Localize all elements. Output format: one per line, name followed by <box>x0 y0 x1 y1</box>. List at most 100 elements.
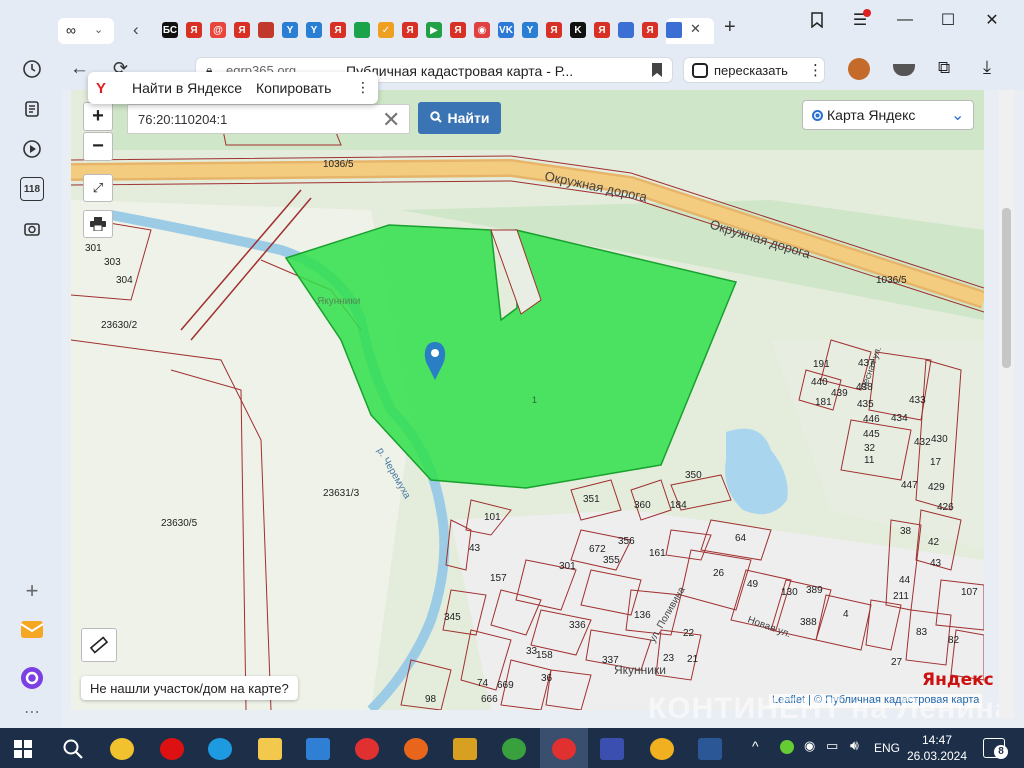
page-title: Публичная кадастровая карта - Р... <box>346 63 574 79</box>
more-vertical-icon[interactable]: ⋮ <box>808 61 823 79</box>
maximize-button[interactable]: ☐ <box>936 10 960 30</box>
volume-icon[interactable]: 🔊︎ <box>850 737 859 754</box>
tab-favicon-3[interactable]: Я <box>234 22 250 38</box>
map-view[interactable]: 1 1036/5 1036/5 Окружная дорога Окружная… <box>71 90 984 710</box>
word-icon[interactable] <box>698 738 722 760</box>
cadastral-search-input[interactable]: 76:20:110204:1 ✕ <box>127 104 410 134</box>
lot-number-label: 158 <box>536 650 553 661</box>
popup-copy[interactable]: Копировать <box>256 80 331 96</box>
language-indicator[interactable]: ENG <box>874 741 900 755</box>
play-icon[interactable] <box>20 137 44 161</box>
collections-icon[interactable] <box>20 97 44 121</box>
tab-favicon-18[interactable]: Я <box>594 22 610 38</box>
firefox-icon[interactable] <box>404 738 428 760</box>
lot-number-label: 43 <box>469 543 481 554</box>
lot-number-label: 303 <box>104 257 121 268</box>
menu-icon[interactable]: ☰ <box>848 9 872 30</box>
tray-app-icon[interactable] <box>780 740 794 754</box>
tab-favicon-10[interactable]: Я <box>402 22 418 38</box>
downloads-icon[interactable]: ⤓ <box>983 57 991 78</box>
network-icon[interactable]: ▭ <box>826 738 838 754</box>
store-icon[interactable] <box>453 738 477 760</box>
tab-favicon-19[interactable] <box>618 22 634 38</box>
extensions-icon[interactable]: ⧉ <box>938 58 950 78</box>
tab-favicon-0[interactable]: БС <box>162 22 178 38</box>
more-icon[interactable]: ⋯ <box>20 700 44 724</box>
tab-favicon-17[interactable]: K <box>570 22 586 38</box>
minimize-button[interactable]: — <box>893 10 917 30</box>
extension-icon[interactable] <box>848 58 870 80</box>
camera-tray-icon[interactable]: ◉ <box>804 738 815 754</box>
app-icon[interactable] <box>110 738 134 760</box>
opera-icon[interactable] <box>160 738 184 760</box>
popup-more-icon[interactable]: ⋮ <box>356 79 370 96</box>
active-taskbar-item[interactable] <box>540 728 588 768</box>
tab-favicon-6[interactable]: Y <box>306 22 322 38</box>
map-layer-select[interactable]: Карта Яндекс ⌄ <box>802 100 974 130</box>
alice-icon[interactable] <box>20 666 44 690</box>
not-found-link[interactable]: Не нашли участок/дом на карте? <box>81 676 298 700</box>
bookmarks-bar-icon[interactable] <box>805 10 829 30</box>
app-icon-2[interactable] <box>600 738 624 760</box>
lot-number-label: 4 <box>843 609 849 620</box>
add-panel-icon[interactable]: + <box>20 578 44 603</box>
fullscreen-icon[interactable]: ⤢ <box>83 174 113 202</box>
app-icon-3[interactable] <box>650 738 674 760</box>
tab-favicon-11[interactable]: ▶ <box>426 22 442 38</box>
ruler-icon[interactable] <box>81 628 117 662</box>
system-clock[interactable]: 14:47 26.03.2024 <box>906 732 968 764</box>
new-tab-button[interactable]: + <box>724 16 736 39</box>
parcel-number-label: 1 <box>532 395 537 405</box>
bookmark-icon[interactable] <box>651 62 663 81</box>
print-icon[interactable] <box>83 210 113 238</box>
tab-favicon-12[interactable]: Я <box>450 22 466 38</box>
lot-number-label: 42 <box>928 537 940 548</box>
tab-favicon-7[interactable]: Я <box>330 22 346 38</box>
notifications-icon[interactable]: 8 <box>983 738 1008 759</box>
edge-icon[interactable] <box>208 738 232 760</box>
tab-favicon-2[interactable]: @ <box>210 22 226 38</box>
history-icon[interactable] <box>20 57 44 81</box>
screenshot-icon[interactable] <box>20 217 44 241</box>
popup-find-in-yandex[interactable]: Найти в Яндексе <box>132 80 242 96</box>
close-window-button[interactable]: ✕ <box>980 10 1004 30</box>
search-input-value: 76:20:110204:1 <box>138 112 228 127</box>
file-explorer-icon[interactable] <box>258 738 282 760</box>
zoom-in-button[interactable]: + <box>83 102 113 131</box>
tab-favicon-1[interactable]: Я <box>186 22 202 38</box>
tab-favicon-8[interactable] <box>354 22 370 38</box>
utorrent-icon[interactable] <box>502 738 526 760</box>
map-canvas[interactable]: 1 1036/5 1036/5 Окружная дорога Окружная… <box>71 90 984 710</box>
tabs-back-icon[interactable]: ‹ <box>133 20 139 40</box>
layer-select-label: Карта Яндекс <box>827 107 916 123</box>
yandex-icon[interactable] <box>355 738 379 760</box>
mail-app-icon[interactable] <box>20 617 44 641</box>
lot-number-label: 337 <box>602 655 619 666</box>
village-label: Якунники <box>614 663 666 677</box>
tray-chevron-icon[interactable]: ^ <box>752 738 759 754</box>
mail-icon[interactable] <box>306 738 330 760</box>
tab-favicon-14[interactable]: VK <box>498 22 514 38</box>
active-tab[interactable]: ✕ <box>666 18 714 44</box>
find-button[interactable]: Найти <box>418 102 501 134</box>
zoom-out-button[interactable]: − <box>83 132 113 161</box>
clear-search-icon[interactable]: ✕ <box>382 107 400 133</box>
windows-start-icon[interactable] <box>14 740 32 761</box>
tab-group-button[interactable]: ∞ ⌄ <box>58 18 114 44</box>
scrollbar-thumb[interactable] <box>1002 208 1011 368</box>
tab-favicon-20[interactable]: Я <box>642 22 658 38</box>
tab-favicon-4[interactable] <box>258 22 274 38</box>
tab-favicon-15[interactable]: Y <box>522 22 538 38</box>
retell-button[interactable]: пересказать ⋮ <box>683 57 825 83</box>
search-icon[interactable] <box>62 738 84 763</box>
lot-number-label: 33 <box>526 646 538 657</box>
tab-favicon-5[interactable]: Y <box>282 22 298 38</box>
close-tab-icon[interactable]: ✕ <box>690 21 701 37</box>
page-scrollbar[interactable] <box>999 90 1014 718</box>
lot-number-label: 26 <box>713 568 725 579</box>
tab-favicon-16[interactable]: Я <box>546 22 562 38</box>
tab-favicon-13[interactable]: ◉ <box>474 22 490 38</box>
tab-favicon-9[interactable]: ✓ <box>378 22 394 38</box>
counter-badge[interactable]: 118 <box>20 177 44 201</box>
back-button[interactable]: ← <box>70 58 89 80</box>
